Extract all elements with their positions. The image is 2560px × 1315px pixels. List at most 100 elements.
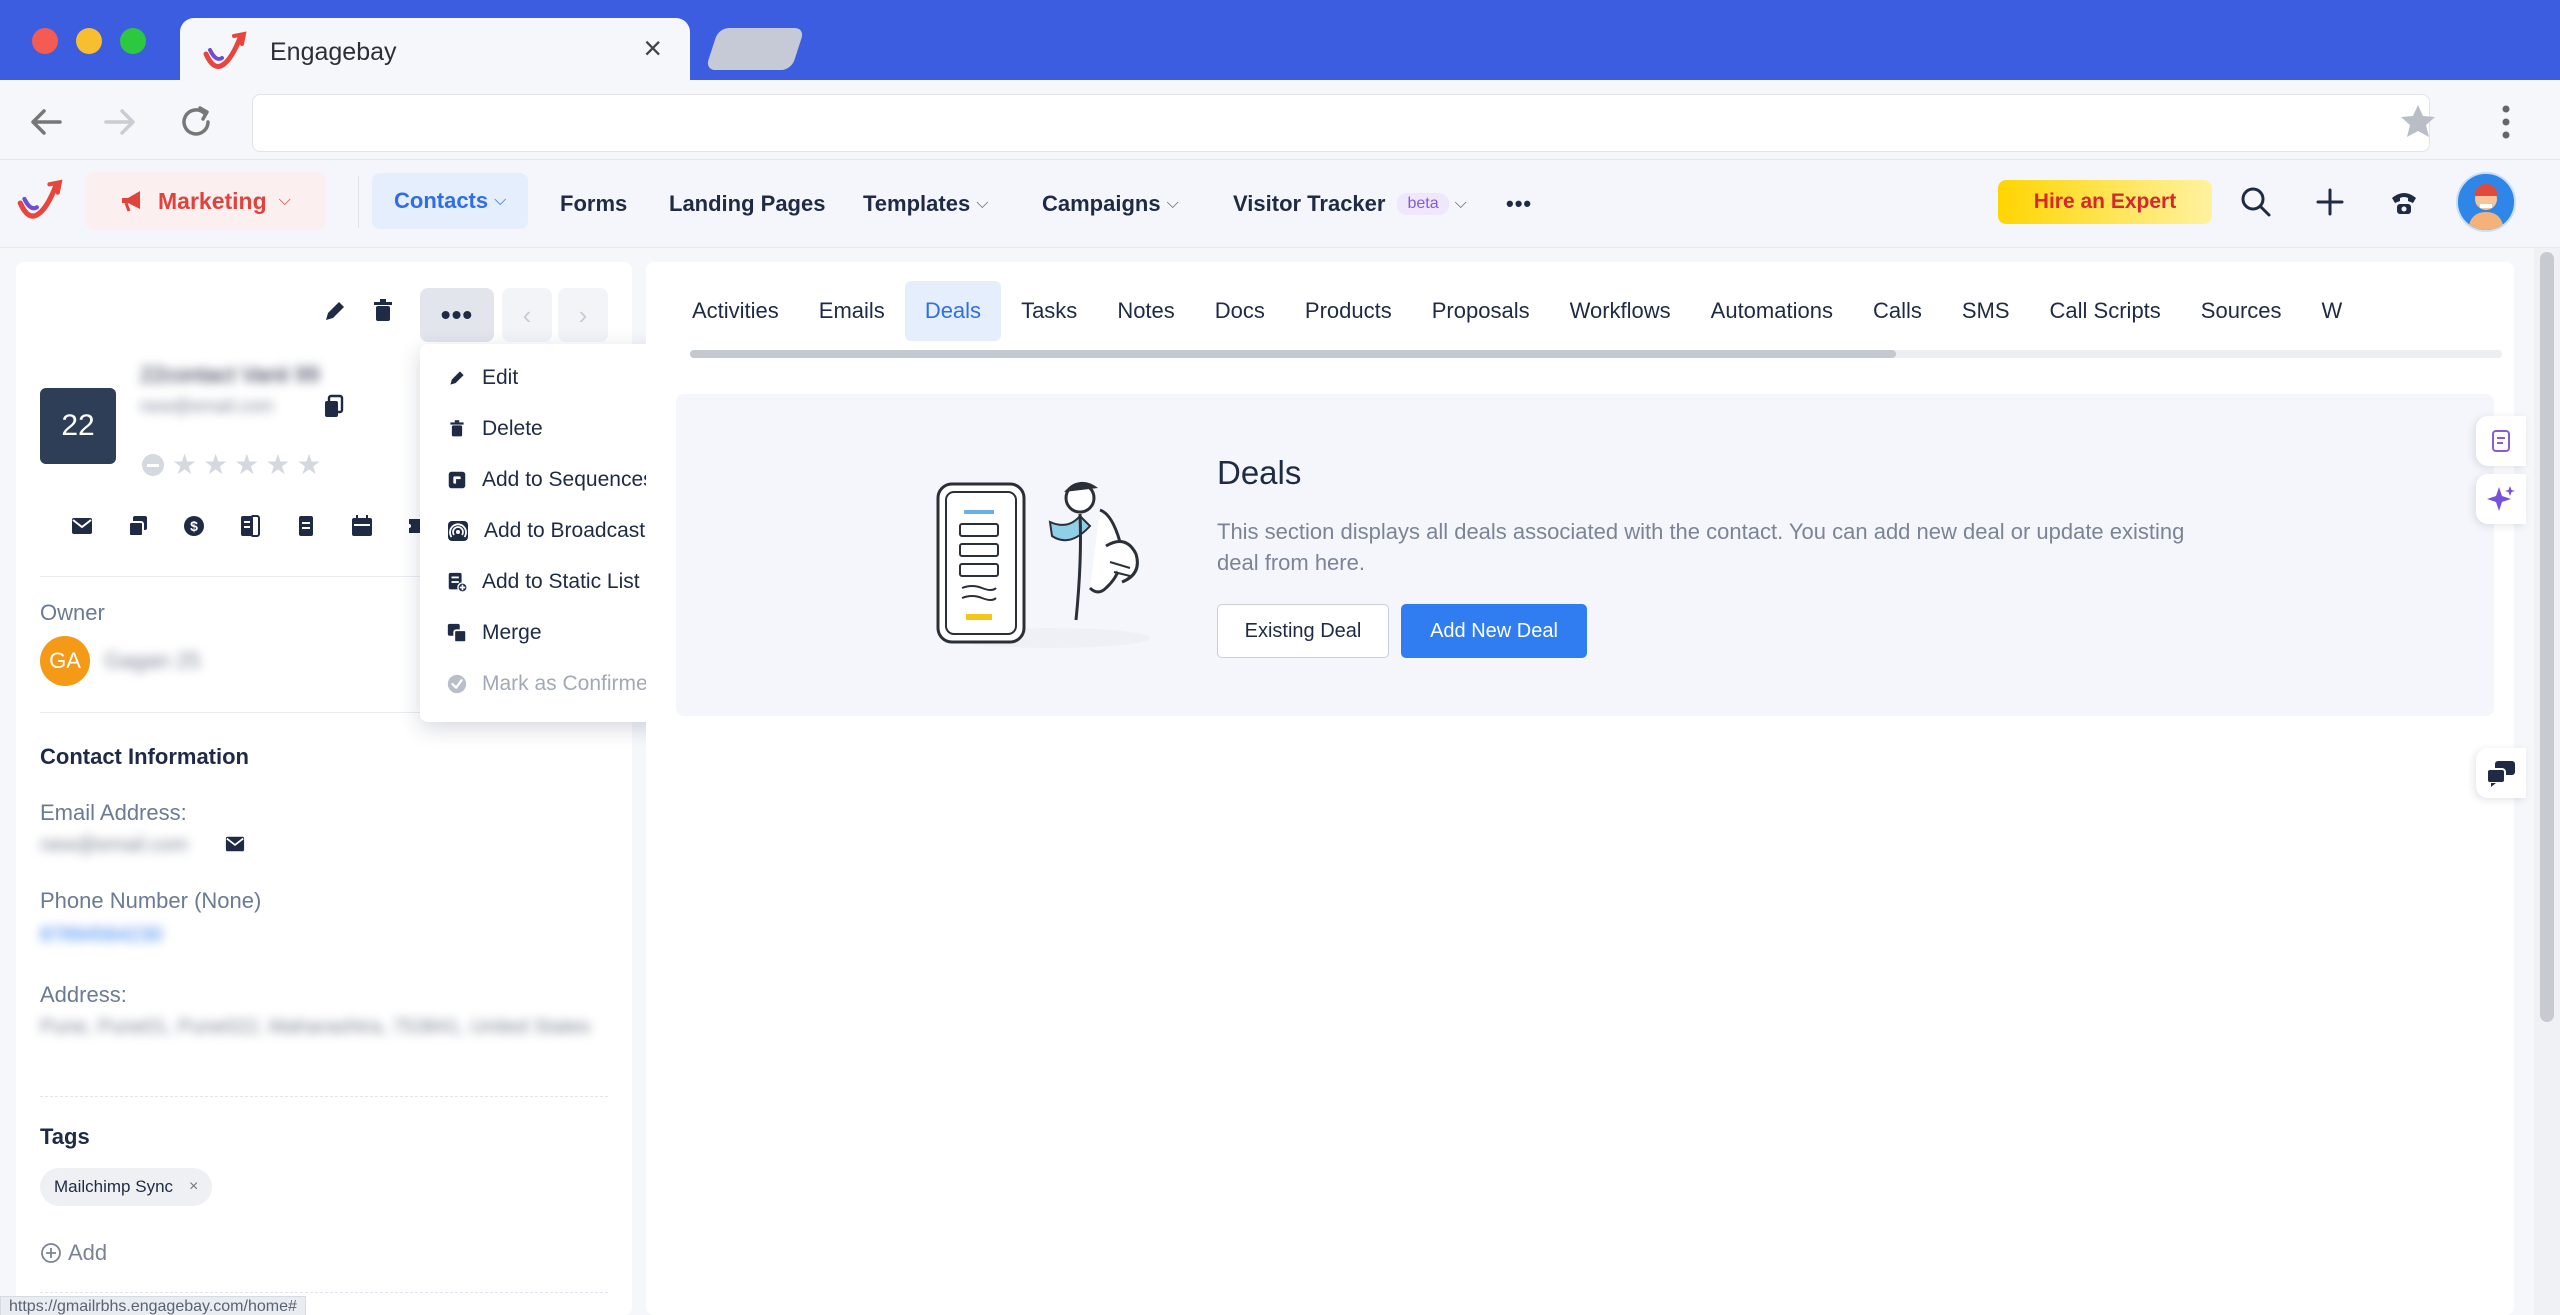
add-tag-button[interactable]: Add — [40, 1240, 107, 1266]
chevron-down-icon: ⌵ — [278, 192, 291, 209]
tab-calls[interactable]: Calls — [1853, 281, 1942, 341]
status-bar-url: https://gmailrbhs.engagebay.com/home# — [0, 1296, 306, 1315]
trash-icon[interactable] — [368, 296, 400, 328]
sequence-icon[interactable] — [110, 510, 166, 542]
window-minimize-dot[interactable] — [76, 28, 102, 54]
page-scrollbar[interactable] — [2534, 248, 2560, 1315]
tab-close-icon[interactable]: × — [643, 32, 662, 64]
contact-name: 22contact Vanii 99 — [140, 362, 320, 387]
tab-docs[interactable]: Docs — [1195, 281, 1285, 341]
hire-expert-button[interactable]: Hire an Expert — [1998, 180, 2212, 224]
phone-icon[interactable] — [2386, 184, 2426, 224]
divider — [40, 1292, 608, 1293]
contact-quick-actions: $ — [54, 510, 446, 542]
plus-icon[interactable] — [2312, 184, 2352, 224]
rating-clear-icon[interactable] — [140, 452, 166, 478]
nav-more-button[interactable]: ••• — [1506, 182, 1532, 226]
search-icon[interactable] — [2238, 184, 2278, 224]
nav-contacts-label: Contacts — [394, 188, 489, 213]
tab-tasks[interactable]: Tasks — [1001, 281, 1097, 341]
tab-activities[interactable]: Activities — [672, 281, 799, 341]
tab-products[interactable]: Products — [1285, 281, 1412, 341]
tabs-scrollbar[interactable] — [690, 350, 2502, 358]
menu-item-label: Mark as Confirmed — [482, 671, 660, 695]
next-contact-button[interactable]: › — [558, 288, 608, 342]
engagebay-logo[interactable] — [14, 176, 64, 226]
window-maximize-dot[interactable] — [120, 28, 146, 54]
nav-landing-pages[interactable]: Landing Pages — [669, 182, 825, 226]
tab-workflows[interactable]: Workflows — [1550, 281, 1691, 341]
tab-notes[interactable]: Notes — [1097, 281, 1194, 341]
forward-arrow-icon[interactable] — [100, 102, 140, 142]
nav-forms[interactable]: Forms — [560, 182, 627, 226]
window-close-dot[interactable] — [32, 28, 58, 54]
deal-dollar-icon[interactable]: $ — [166, 510, 222, 542]
owner-avatar: GA — [40, 636, 90, 686]
trash-icon — [446, 418, 468, 440]
chat-widget-button[interactable] — [2476, 748, 2526, 798]
notes-icon[interactable] — [222, 510, 278, 542]
tab-emails[interactable]: Emails — [799, 281, 905, 341]
tab-sources[interactable]: Sources — [2181, 281, 2302, 341]
copy-icon[interactable] — [322, 394, 346, 420]
tabs-scrollbar-thumb[interactable] — [690, 350, 1896, 358]
reload-icon[interactable] — [176, 102, 216, 142]
star-icon[interactable]: ★ — [203, 448, 228, 481]
nav-visitor-tracker[interactable]: Visitor Tracker beta ⌵ — [1233, 182, 1467, 226]
nav-contacts[interactable]: Contacts ⌵ — [372, 173, 529, 229]
tab-proposals[interactable]: Proposals — [1412, 281, 1550, 341]
app-top-navigation: Marketing ⌵ Contacts ⌵ Forms Landing Pag… — [0, 160, 2560, 248]
contact-rating[interactable]: ★ ★ ★ ★ ★ — [140, 448, 322, 481]
divider — [40, 1096, 608, 1097]
tab-sms[interactable]: SMS — [1942, 281, 2030, 341]
ai-assistant-button[interactable] — [2476, 474, 2526, 524]
bookmark-star-icon[interactable] — [2398, 102, 2438, 142]
nav-campaigns[interactable]: Campaigns ⌵ — [1042, 182, 1179, 226]
new-tab-button[interactable] — [705, 28, 805, 70]
star-icon[interactable]: ★ — [296, 448, 321, 481]
user-avatar[interactable] — [2456, 172, 2516, 232]
star-icon[interactable]: ★ — [265, 448, 290, 481]
browser-toolbar — [0, 80, 2560, 160]
calendar-icon[interactable] — [334, 510, 390, 542]
module-switcher-label: Marketing — [158, 187, 267, 214]
nav-templates[interactable]: Templates ⌵ — [863, 182, 988, 226]
email-value[interactable]: new@email.com — [40, 834, 188, 857]
svg-text:$: $ — [190, 518, 198, 534]
tab-deals[interactable]: Deals — [904, 281, 1002, 341]
back-arrow-icon[interactable] — [26, 102, 66, 142]
page-scrollbar-thumb[interactable] — [2540, 252, 2554, 1022]
star-icon[interactable]: ★ — [172, 448, 197, 481]
browser-tab-engagebay[interactable]: Engagebay × — [180, 18, 690, 80]
document-icon[interactable] — [278, 510, 334, 542]
existing-deal-button[interactable]: Existing Deal — [1217, 604, 1389, 658]
pencil-icon[interactable] — [320, 296, 352, 328]
pencil-icon — [446, 367, 468, 389]
nav-more-label: ••• — [1506, 191, 1533, 216]
menu-item-label: Merge — [482, 620, 542, 644]
side-notes-button[interactable] — [2476, 416, 2526, 466]
add-new-deal-button[interactable]: Add New Deal — [1401, 604, 1587, 658]
menu-item-label: Delete — [482, 416, 543, 440]
mail-icon[interactable] — [54, 510, 110, 542]
previous-contact-button[interactable]: ‹ — [502, 288, 552, 342]
phone-label: Phone Number (None) — [40, 888, 262, 913]
deals-title: Deals — [1217, 454, 1302, 491]
browser-menu-icon[interactable] — [2496, 102, 2516, 142]
menu-item-label: Add to Static List — [482, 569, 640, 593]
star-icon[interactable]: ★ — [234, 448, 259, 481]
tab-call-scripts[interactable]: Call Scripts — [2030, 281, 2181, 341]
module-switcher[interactable]: Marketing ⌵ — [86, 172, 326, 230]
email-label: Email Address: — [40, 800, 187, 825]
tab-automations[interactable]: Automations — [1691, 281, 1853, 341]
mail-icon[interactable] — [224, 834, 246, 854]
chevron-down-icon: ⌵ — [494, 192, 507, 209]
phone-value[interactable]: 87894564230 — [40, 924, 162, 947]
more-actions-button[interactable]: ••• — [420, 288, 494, 342]
tab-overflow[interactable]: W — [2302, 281, 2343, 341]
tag-remove-icon[interactable]: × — [189, 1178, 198, 1196]
nav-campaigns-label: Campaigns — [1042, 191, 1161, 216]
deals-illustration — [930, 470, 1156, 652]
address-bar[interactable] — [252, 94, 2430, 152]
megaphone-icon — [120, 189, 146, 213]
